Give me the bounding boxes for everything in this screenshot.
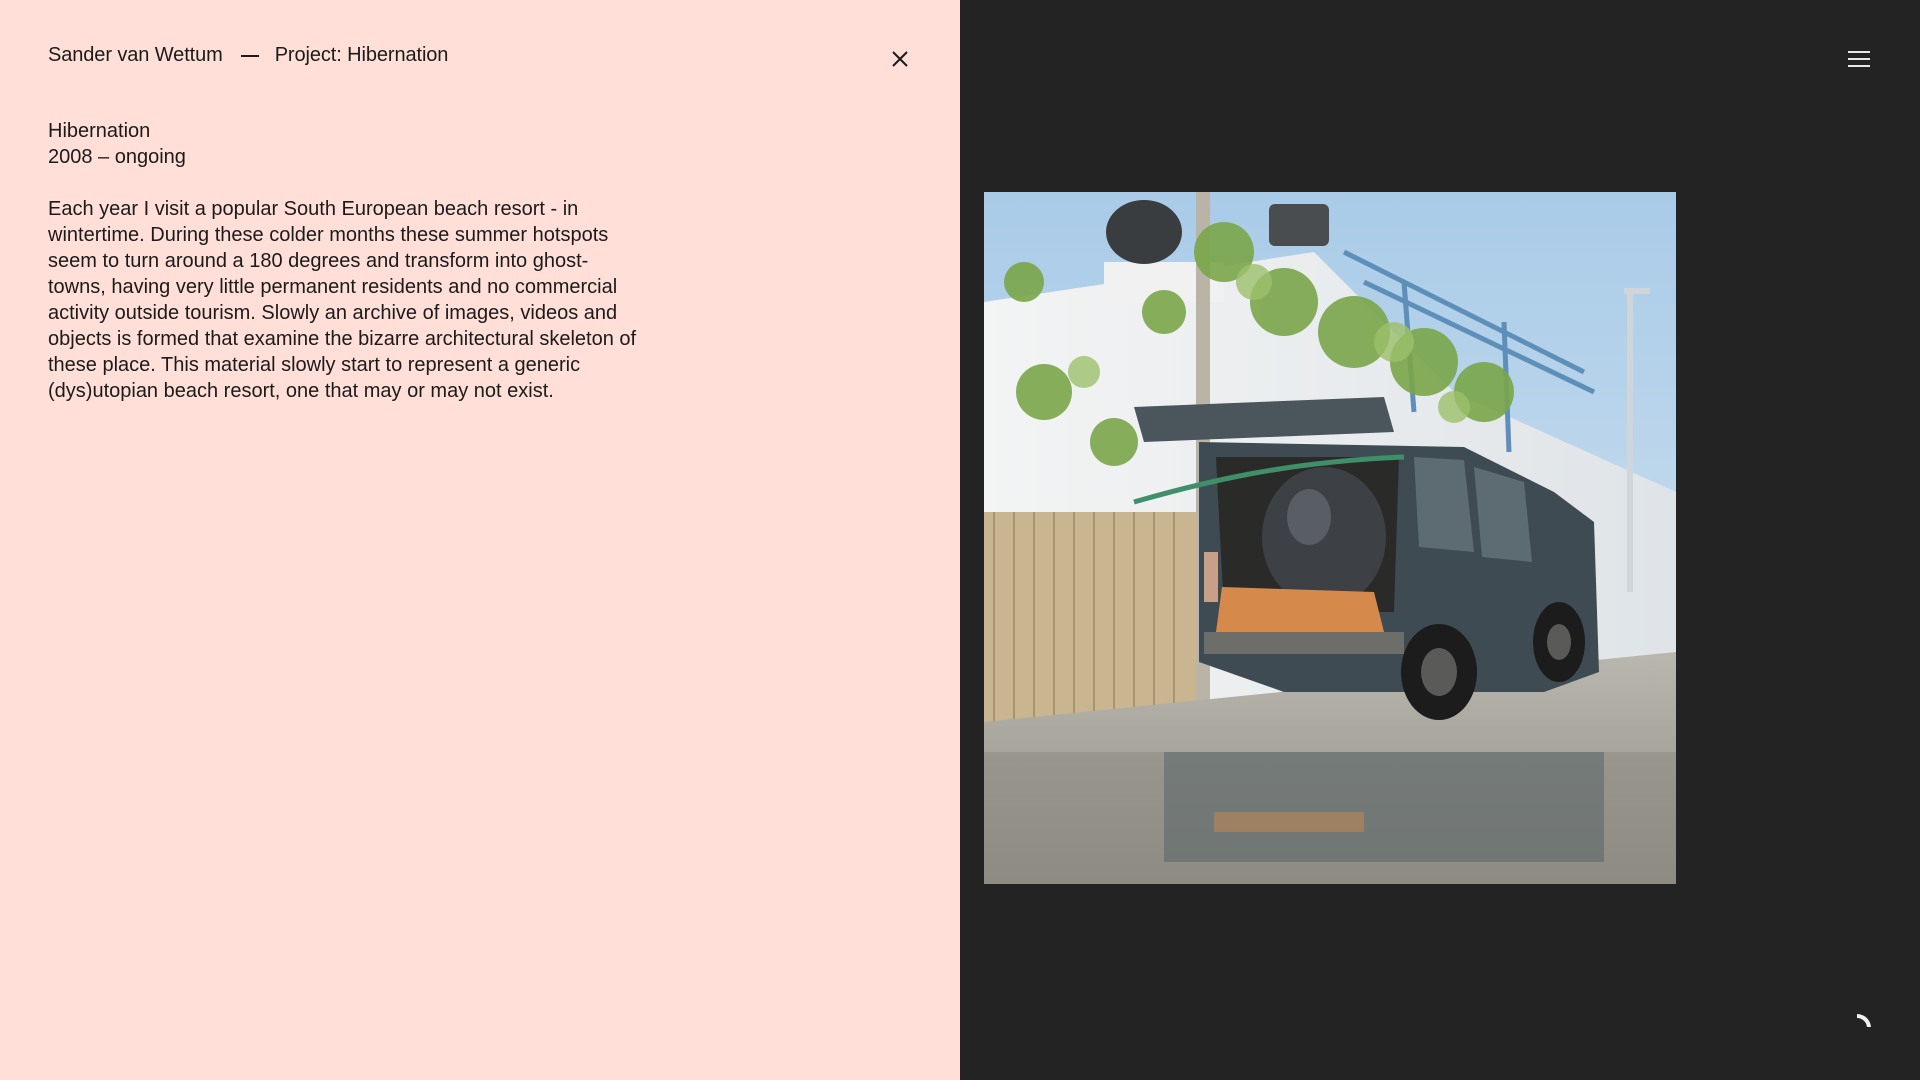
separator-dash — [240, 54, 259, 57]
project-info-panel: Sander van Wettum Project: Hibernation H… — [0, 0, 960, 1080]
breadcrumb: Sander van Wettum Project: Hibernation — [48, 44, 448, 67]
van-with-tank-photo[interactable] — [984, 192, 1676, 884]
project-description: Each year I visit a popular South Europe… — [48, 198, 637, 402]
close-icon[interactable] — [888, 47, 912, 71]
project-page: Sander van Wettum Project: Hibernation H… — [0, 0, 1920, 1080]
project-title: Project: Hibernation — [274, 44, 449, 66]
project-years: 2008 – ongoing — [48, 146, 186, 168]
gallery-panel — [960, 0, 1920, 1080]
author-link[interactable]: Sander van Wettum — [48, 44, 223, 67]
project-name: Hibernation — [48, 120, 151, 142]
menu-bar — [1848, 65, 1870, 67]
menu-bar — [1848, 51, 1870, 53]
project-meta: Hibernation 2008 – ongoing — [48, 118, 186, 170]
hamburger-menu-icon[interactable] — [1848, 49, 1870, 69]
loading-spinner-icon — [1854, 1012, 1872, 1030]
menu-bar — [1848, 58, 1870, 60]
